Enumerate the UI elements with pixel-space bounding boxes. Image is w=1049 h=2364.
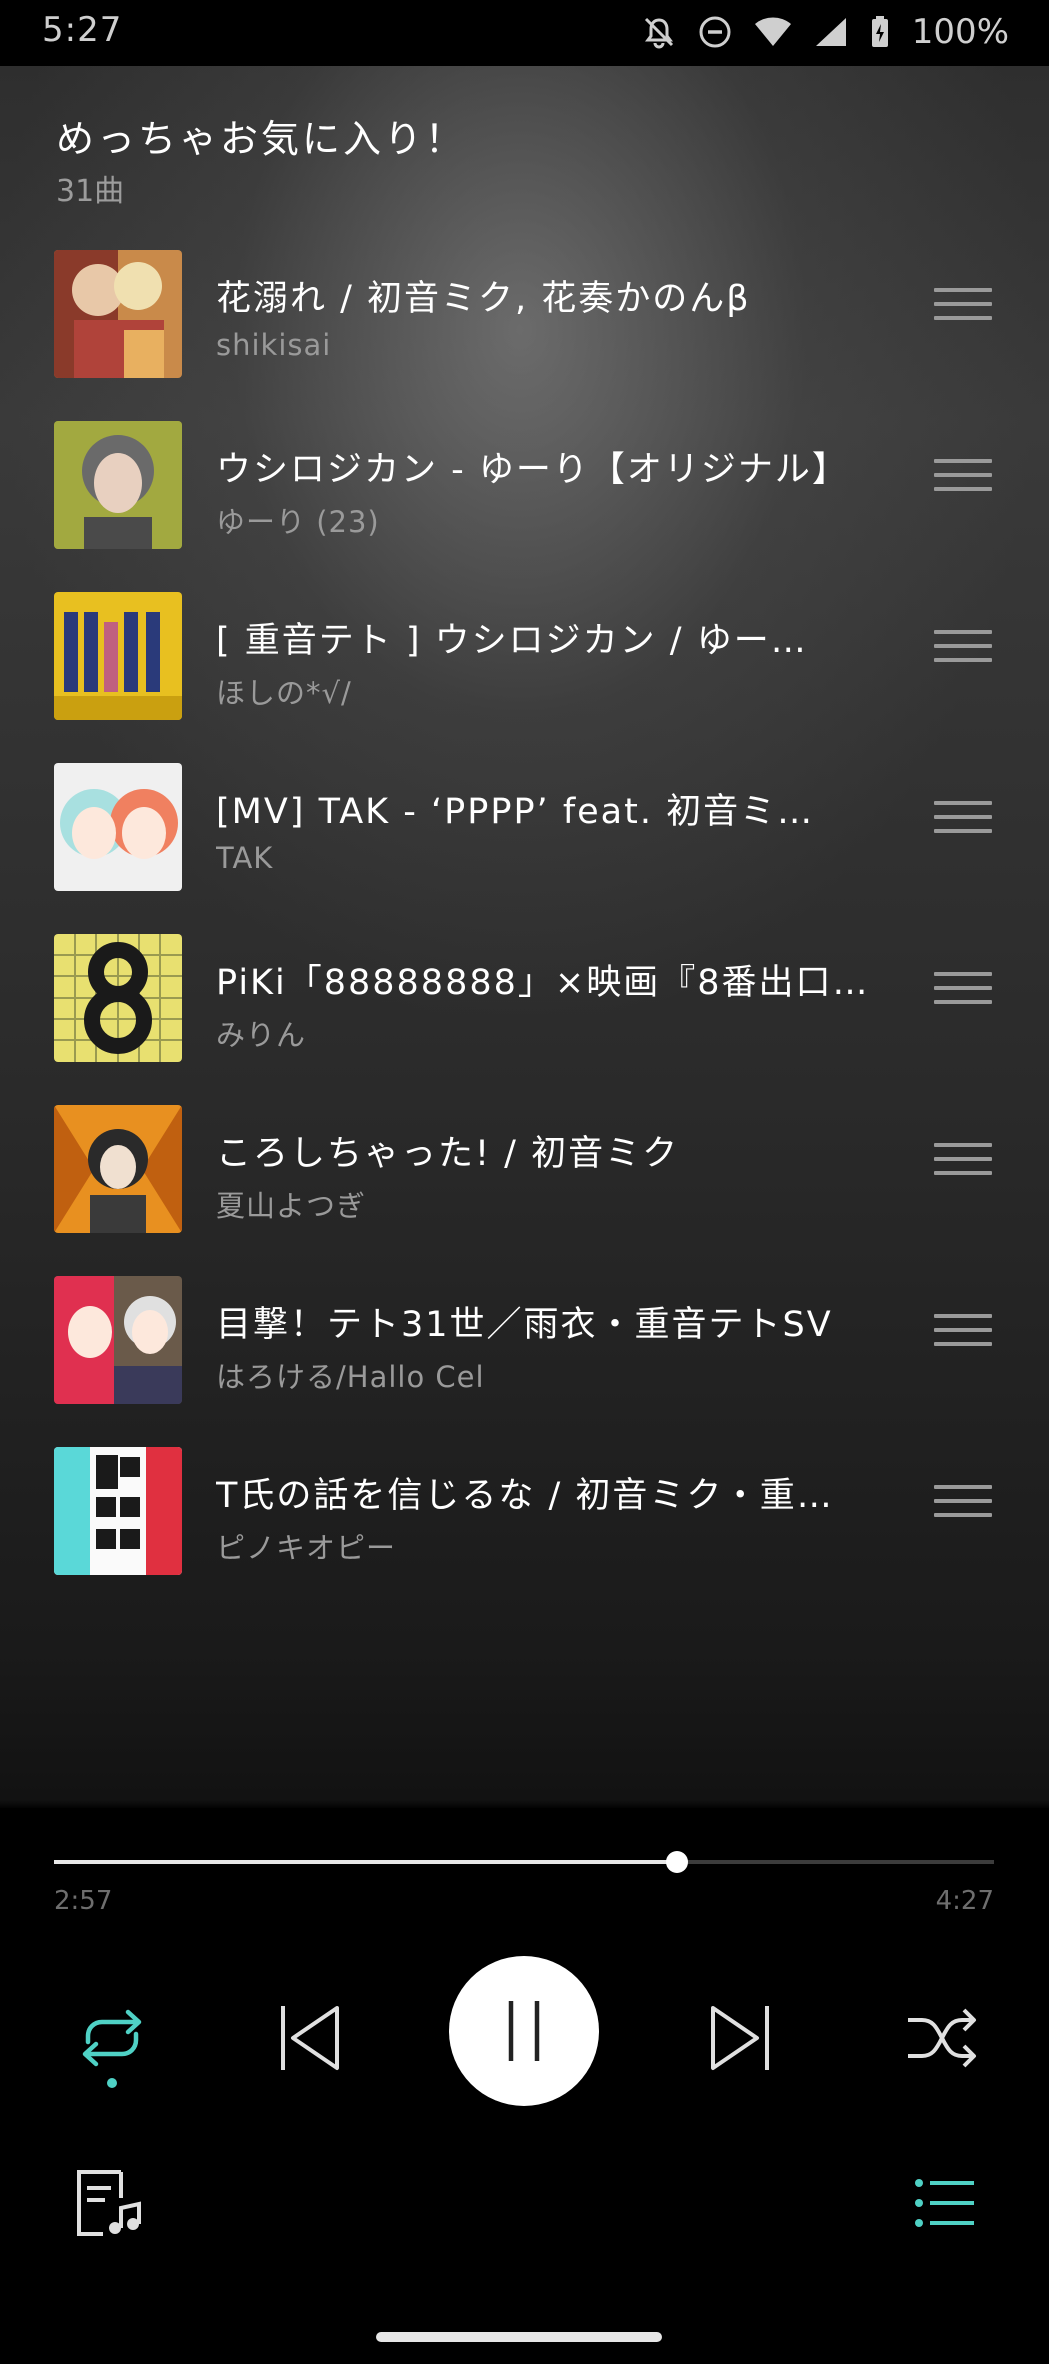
track-item[interactable]: ころしちゃった! / 初音ミク 夏山よつぎ (0, 1095, 1049, 1266)
skip-previous-icon (281, 2006, 339, 2070)
do-not-disturb-icon (699, 16, 731, 48)
repeat-button[interactable] (70, 1996, 154, 2080)
track-title: [ 重音テト ] ウシロジカン / ゆー… (216, 621, 808, 661)
track-item[interactable]: [MV] TAK - ‘PPPP’ feat. 初音ミ… TAK (0, 753, 1049, 924)
battery-percentage: 100% (911, 12, 1009, 52)
status-bar: 5:27 100% (0, 0, 1049, 66)
player-controls: 2:57 4:27 (0, 1808, 1049, 2364)
repeat-icon (82, 2009, 142, 2067)
playlist-track-count: 31曲 (56, 174, 125, 209)
skip-next-icon (711, 2006, 769, 2070)
next-track-button[interactable] (700, 1993, 780, 2083)
lyrics-icon (77, 2170, 141, 2236)
seek-bar[interactable] (54, 1851, 994, 1873)
pause-button[interactable] (449, 1956, 599, 2106)
wifi-icon (754, 17, 791, 46)
track-item[interactable]: PiKi「88888888」×映画『8番出口』… みりん (0, 924, 1049, 1095)
track-item[interactable]: [ 重音テト ] ウシロジカン / ゆー… ほしの*√/ (0, 582, 1049, 753)
track-title: 目撃！テト31世／雨衣・重音テトSV (216, 1305, 833, 1345)
pause-icon (508, 2001, 540, 2061)
notifications-off-icon (644, 17, 673, 49)
previous-track-button[interactable] (270, 1993, 350, 2083)
drag-handle-icon[interactable] (934, 1485, 992, 1525)
status-time: 5:27 (42, 10, 123, 50)
drag-handle-icon[interactable] (934, 1314, 992, 1354)
track-item[interactable]: 目撃！テト31世／雨衣・重音テトSV はろける/Hallo Cel (0, 1266, 1049, 1437)
track-title: [MV] TAK - ‘PPPP’ feat. 初音ミ… (216, 792, 815, 832)
home-indicator[interactable] (376, 2332, 662, 2342)
music-player-screen: 5:27 100% めっちゃお気に入り！ 31曲 花溺れ / 初音ミク, 花奏か… (0, 0, 1049, 2364)
track-item[interactable]: 花溺れ / 初音ミク, 花奏かのんβ shikisai (0, 240, 1049, 411)
track-artist: 夏山よつぎ (216, 1189, 367, 1223)
shuffle-icon (908, 2008, 976, 2068)
battery-charging-icon (871, 16, 888, 47)
repeat-active-indicator (107, 2078, 117, 2088)
album-art (54, 1105, 182, 1233)
seek-bar-thumb[interactable] (666, 1851, 689, 1873)
album-art (54, 250, 182, 378)
track-title: T氏の話を信じるな / 初音ミク・重… (216, 1476, 834, 1516)
drag-handle-icon[interactable] (934, 972, 992, 1012)
lyrics-button[interactable] (68, 2163, 148, 2243)
album-art (54, 1276, 182, 1404)
playlist-title: めっちゃお気に入り！ (56, 117, 467, 161)
album-art (54, 763, 182, 891)
drag-handle-icon[interactable] (934, 459, 992, 499)
track-artist: ピノキオピー (216, 1531, 397, 1565)
track-title: ころしちゃった! / 初音ミク (216, 1134, 680, 1174)
album-art (54, 934, 182, 1062)
track-item[interactable]: ウシロジカン - ゆーり【オリジナル】 ゆーり (23) (0, 411, 1049, 582)
track-title: PiKi「88888888」×映画『8番出口』… (216, 963, 886, 1003)
drag-handle-icon[interactable] (934, 1143, 992, 1183)
total-time: 4:27 (935, 1886, 994, 1916)
track-title: 花溺れ / 初音ミク, 花奏かのんβ (216, 279, 751, 319)
track-item[interactable]: T氏の話を信じるな / 初音ミク・重… ピノキオピー (0, 1437, 1049, 1608)
shuffle-button[interactable] (900, 1998, 984, 2078)
track-artist: ゆーり (23) (216, 505, 380, 539)
track-artist: shikisai (216, 328, 332, 362)
track-title: ウシロジカン - ゆーり【オリジナル】 (216, 450, 849, 490)
album-art (54, 1447, 182, 1575)
track-artist: はろける/Hallo Cel (216, 1360, 485, 1394)
drag-handle-icon[interactable] (934, 630, 992, 670)
drag-handle-icon[interactable] (934, 288, 992, 328)
track-list: 花溺れ / 初音ミク, 花奏かのんβ shikisai ウシロジカン - ゆーり… (0, 240, 1049, 1608)
track-artist: ほしの*√/ (216, 676, 352, 710)
drag-handle-icon[interactable] (934, 801, 992, 841)
status-icons: 100% (642, 12, 1009, 52)
queue-list-icon (915, 2179, 974, 2227)
album-art (54, 421, 182, 549)
track-artist: TAK (216, 841, 274, 875)
seek-bar-progress (54, 1860, 678, 1864)
cellular-signal-icon (815, 18, 846, 46)
queue-button[interactable] (905, 2168, 985, 2238)
elapsed-time: 2:57 (54, 1886, 113, 1916)
album-art (54, 592, 182, 720)
track-artist: みりん (216, 1018, 307, 1052)
